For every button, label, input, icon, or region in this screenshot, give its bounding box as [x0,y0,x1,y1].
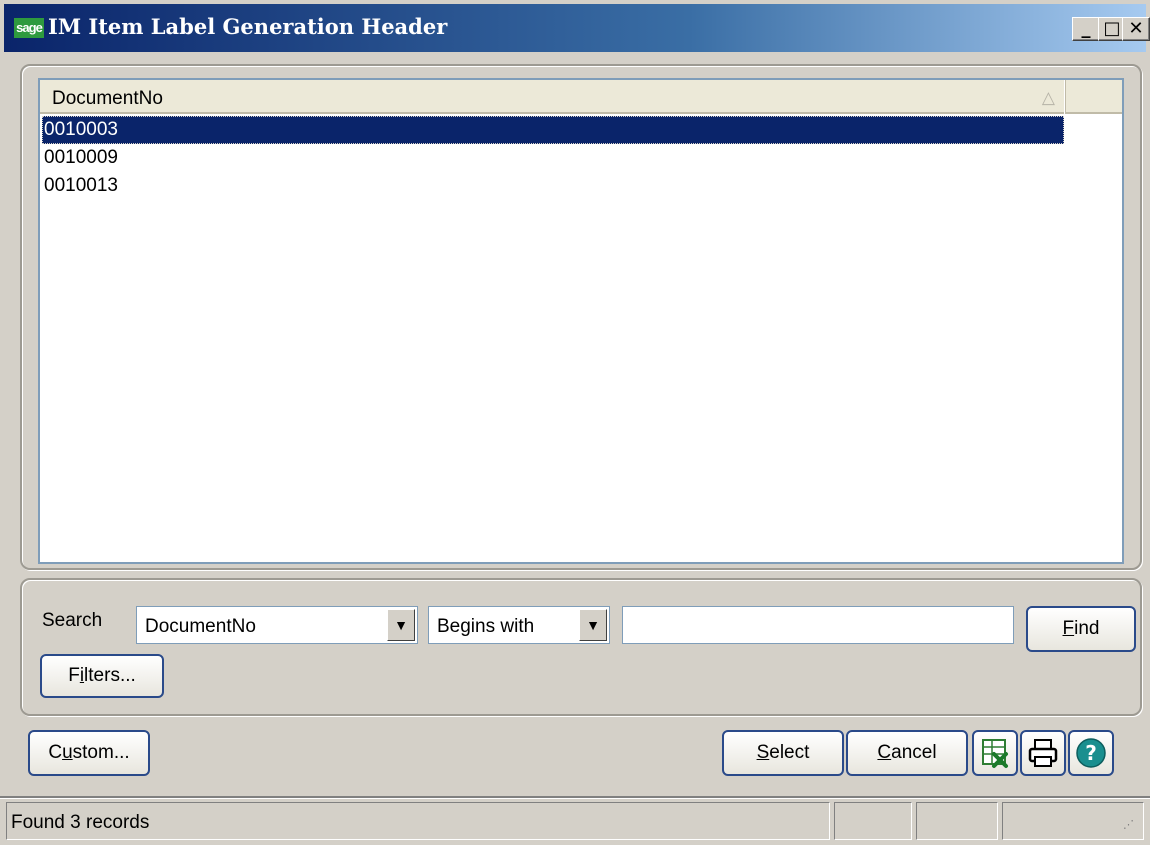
search-input[interactable] [622,606,1014,644]
window-title: IM Item Label Generation Header [48,14,448,39]
list-item[interactable]: 0010013 [42,172,1064,200]
document-list[interactable]: DocumentNo △ 0010003 0010009 0010013 [38,78,1124,564]
print-button[interactable] [1020,730,1066,776]
cancel-label-rest: ancel [891,742,937,763]
chevron-down-icon[interactable]: ▼ [579,609,607,641]
minimize-button[interactable]: _ [1072,17,1100,41]
search-label: Search [42,610,103,631]
find-label-accel: F [1062,618,1075,639]
status-pane-3 [916,802,998,840]
status-text: Found 3 records [11,812,150,833]
filters-label-prefix: F [68,665,80,686]
help-icon: ? [1076,738,1106,768]
resize-grip-icon[interactable]: ⋰ [1123,818,1135,831]
search-field-select[interactable]: DocumentNo ▼ [136,606,418,644]
select-label-accel: S [756,742,770,763]
custom-label-rest: stom... [72,742,130,763]
close-button[interactable]: ✕ [1122,17,1150,41]
custom-button[interactable]: Custom... [28,730,150,776]
list-item[interactable]: 0010009 [42,144,1064,172]
dialog-window: sage IM Item Label Generation Header _ □… [0,0,1150,845]
list-item[interactable]: 0010003 [42,116,1064,144]
filters-button[interactable]: Filters... [40,654,164,698]
search-group-panel [20,578,1142,716]
status-pane-2 [834,802,912,840]
custom-label-accel: u [62,742,73,763]
column-header-label: DocumentNo [52,88,163,109]
chevron-down-icon[interactable]: ▼ [387,609,415,641]
list-header: DocumentNo △ [40,80,1066,114]
printer-icon [1028,739,1058,767]
sage-logo: sage [14,18,44,38]
custom-label-prefix: C [48,742,63,763]
svg-text:?: ? [1085,741,1097,765]
find-label-rest: ind [1074,618,1100,639]
column-header-documentno[interactable]: DocumentNo △ [40,80,1066,114]
filters-label-rest: lters... [84,665,136,686]
column-header-filler [1066,80,1122,114]
cancel-button[interactable]: Cancel [846,730,968,776]
select-button[interactable]: Select [722,730,844,776]
status-separator [0,796,1150,799]
search-field-value: DocumentNo [145,616,256,637]
excel-export-icon [982,739,1008,768]
select-label-rest: elect [769,742,810,763]
help-button[interactable]: ? [1068,730,1114,776]
cancel-label-accel: C [877,742,892,763]
title-bar[interactable]: sage IM Item Label Generation Header _ □… [4,4,1150,52]
excel-export-button[interactable] [972,730,1018,776]
status-pane-4: ⋰ [1002,802,1144,840]
status-pane-main: Found 3 records [6,802,830,840]
search-operator-select[interactable]: Begins with ▼ [428,606,610,644]
sort-ascending-icon: △ [1041,88,1055,107]
search-operator-value: Begins with [437,616,535,637]
find-button[interactable]: Find [1026,606,1136,652]
